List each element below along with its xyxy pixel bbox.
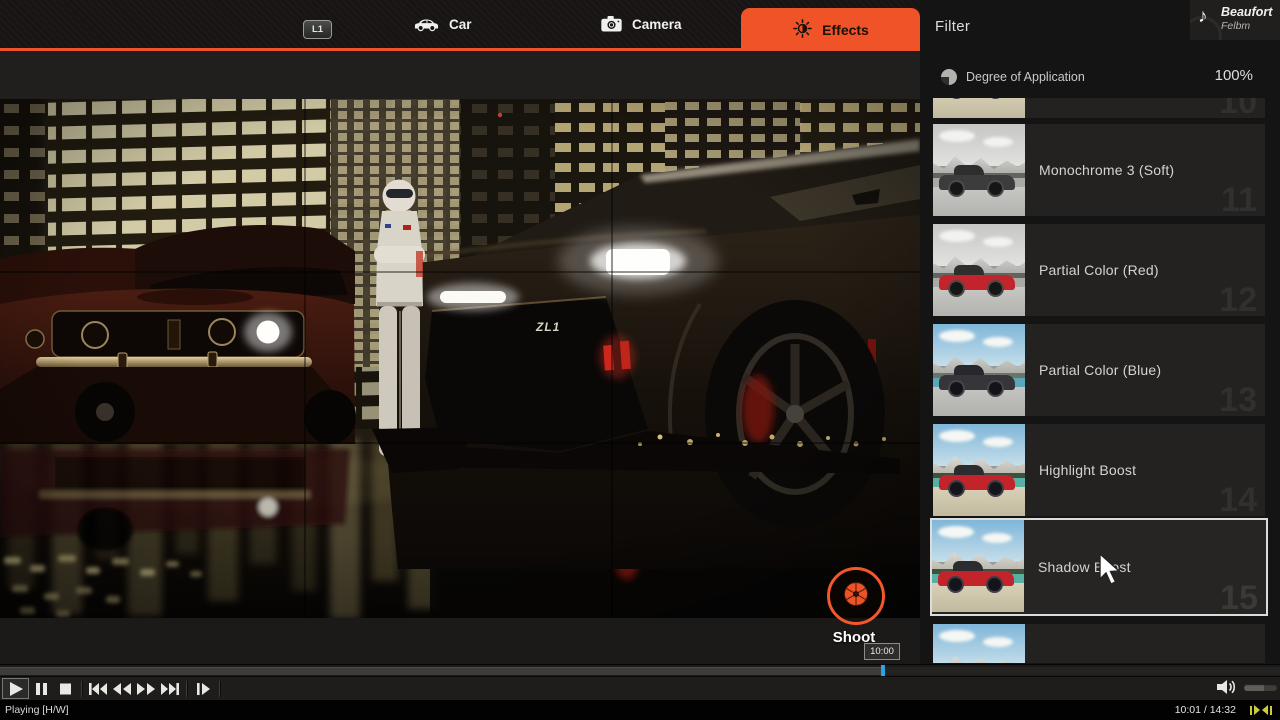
tab-car-label: Car xyxy=(449,17,472,32)
transport-separator xyxy=(219,681,220,697)
filter-number: 14 xyxy=(1219,483,1257,517)
filter-number: 11 xyxy=(1221,183,1257,217)
filter-thumbnail xyxy=(933,424,1025,516)
filter-item-partial-color-blue[interactable]: Partial Color (Blue) 13 xyxy=(933,324,1265,416)
mouse-cursor xyxy=(1098,553,1124,587)
status-bar: Playing [H/W] 10:01 / 14:32 xyxy=(0,700,1280,720)
shoot-button[interactable] xyxy=(827,567,885,625)
filter-number: 12 xyxy=(1219,283,1257,317)
filter-thumbnail xyxy=(933,224,1025,316)
photo-mode-screen: L1 Car Camera xyxy=(0,0,1280,720)
step-forward-button[interactable] xyxy=(191,678,215,699)
filter-item-monochrome-3-soft[interactable]: Monochrome 3 (Soft) 11 xyxy=(933,124,1265,216)
filter-item-partial-color-red[interactable]: Partial Color (Red) 12 xyxy=(933,224,1265,316)
tab-effects-label: Effects xyxy=(822,22,869,38)
seek-fill xyxy=(0,667,883,675)
degree-of-application-value[interactable]: 100% xyxy=(1215,67,1253,84)
filter-number: 13 xyxy=(1219,383,1257,417)
pause-button[interactable] xyxy=(29,678,53,699)
now-playing-title: Beaufort xyxy=(1221,5,1272,19)
pie-icon xyxy=(941,69,957,85)
tab-camera[interactable]: Camera xyxy=(600,0,682,48)
playback-time-badge: 10:00 xyxy=(864,643,900,660)
filter-item[interactable] xyxy=(933,624,1265,663)
filter-number: 10 xyxy=(1219,98,1257,119)
speaker-icon[interactable] xyxy=(1214,678,1238,701)
ab-repeat-icon xyxy=(1250,705,1272,715)
fast-forward-button[interactable] xyxy=(134,678,158,699)
filter-name: Partial Color (Blue) xyxy=(1039,362,1161,378)
playback-status-text: Playing [H/W] xyxy=(5,704,69,716)
skip-forward-button[interactable] xyxy=(158,678,182,699)
filter-name: Highlight Boost xyxy=(1039,462,1136,478)
filter-thumbnail xyxy=(932,520,1024,612)
filter-thumbnail xyxy=(933,124,1025,216)
car-icon xyxy=(413,16,440,32)
now-playing-widget: ♪ Beaufort Felbm xyxy=(1190,0,1280,40)
brightness-icon xyxy=(792,18,813,42)
degree-of-application-label: Degree of Application xyxy=(966,70,1085,84)
tab-car[interactable]: Car xyxy=(413,0,472,48)
music-note-icon: ♪ xyxy=(1198,7,1208,26)
filter-number: 15 xyxy=(1220,581,1258,615)
night-city-scene: ZL1 xyxy=(0,99,920,618)
playback-time-display: 10:01 / 14:32 xyxy=(1175,704,1236,716)
aperture-icon xyxy=(841,579,871,614)
filter-item[interactable]: 10 xyxy=(933,98,1265,118)
viewer-bottom-margin xyxy=(0,618,920,664)
camera-icon xyxy=(600,15,623,33)
filter-thumbnail xyxy=(933,324,1025,416)
tab-camera-label: Camera xyxy=(632,17,682,32)
tab-effects[interactable]: Effects xyxy=(741,8,920,51)
filter-name: Partial Color (Red) xyxy=(1039,262,1159,278)
filter-item-highlight-boost[interactable]: Highlight Boost 14 xyxy=(933,424,1265,516)
rewind-button[interactable] xyxy=(110,678,134,699)
seek-bar[interactable] xyxy=(0,664,1280,676)
transport-controls xyxy=(0,676,1280,700)
viewer-top-margin xyxy=(0,51,920,99)
l1-shoulder-button-hint: L1 xyxy=(303,20,332,39)
transport-separator xyxy=(186,681,187,697)
filter-thumbnail xyxy=(933,98,1025,118)
stop-button[interactable] xyxy=(53,678,77,699)
filter-name: Monochrome 3 (Soft) xyxy=(1039,162,1174,178)
play-button[interactable] xyxy=(2,678,29,699)
skip-back-button[interactable] xyxy=(86,678,110,699)
photo-viewfinder: ZL1 xyxy=(0,99,920,618)
filter-thumbnail xyxy=(933,624,1025,663)
transport-separator xyxy=(81,681,82,697)
volume-slider[interactable] xyxy=(1244,684,1277,691)
filter-panel-title: Filter xyxy=(935,18,970,35)
now-playing-artist: Felbm xyxy=(1221,20,1250,32)
